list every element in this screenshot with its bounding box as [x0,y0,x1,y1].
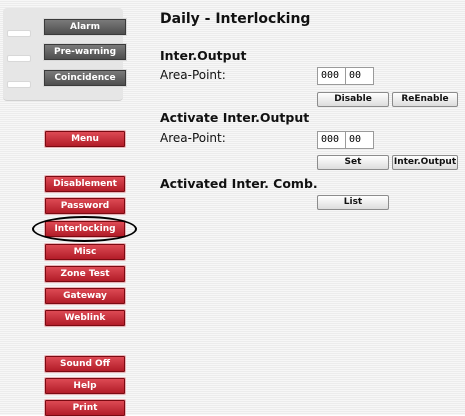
activate-area-input[interactable]: 000 [317,131,346,149]
zone-test-button[interactable]: Zone Test [45,266,125,282]
page: Alarm Pre-warning Coincidence Menu Disab… [0,0,465,416]
sound-off-button[interactable]: Sound Off [45,356,125,372]
activated-inter-comb-heading: Activated Inter. Comb. [160,176,318,191]
page-title: Daily - Interlocking [160,11,311,27]
activate-area-point-label: Area-Point: [160,131,226,145]
coincidence-button[interactable]: Coincidence [44,70,126,86]
misc-button[interactable]: Misc [45,244,125,260]
disable-button[interactable]: Disable [317,92,389,107]
gateway-button[interactable]: Gateway [45,288,125,304]
inter-output-button[interactable]: Inter.Output [392,155,458,170]
print-button[interactable]: Print [45,400,125,416]
password-button[interactable]: Password [45,198,125,214]
help-button[interactable]: Help [45,378,125,394]
inter-output-area-input[interactable]: 000 [317,67,346,85]
alarm-button[interactable]: Alarm [44,19,126,35]
pre-warning-button[interactable]: Pre-warning [44,44,126,60]
weblink-button[interactable]: Weblink [45,310,125,326]
activate-inter-output-heading: Activate Inter.Output [160,110,310,125]
coincidence-indicator-led [7,81,31,88]
alarm-indicator-led [7,30,31,37]
inter-output-point-input[interactable]: 00 [345,67,374,85]
reenable-button[interactable]: ReEnable [392,92,458,107]
highlight-ellipse [32,216,137,242]
pre-warning-indicator-led [7,55,31,62]
inter-output-area-point-label: Area-Point: [160,68,226,82]
activate-point-input[interactable]: 00 [345,131,374,149]
list-button[interactable]: List [317,195,389,210]
inter-output-heading: Inter.Output [160,48,247,63]
disablement-button[interactable]: Disablement [45,176,125,192]
menu-button[interactable]: Menu [45,131,125,147]
set-button[interactable]: Set [317,155,389,170]
